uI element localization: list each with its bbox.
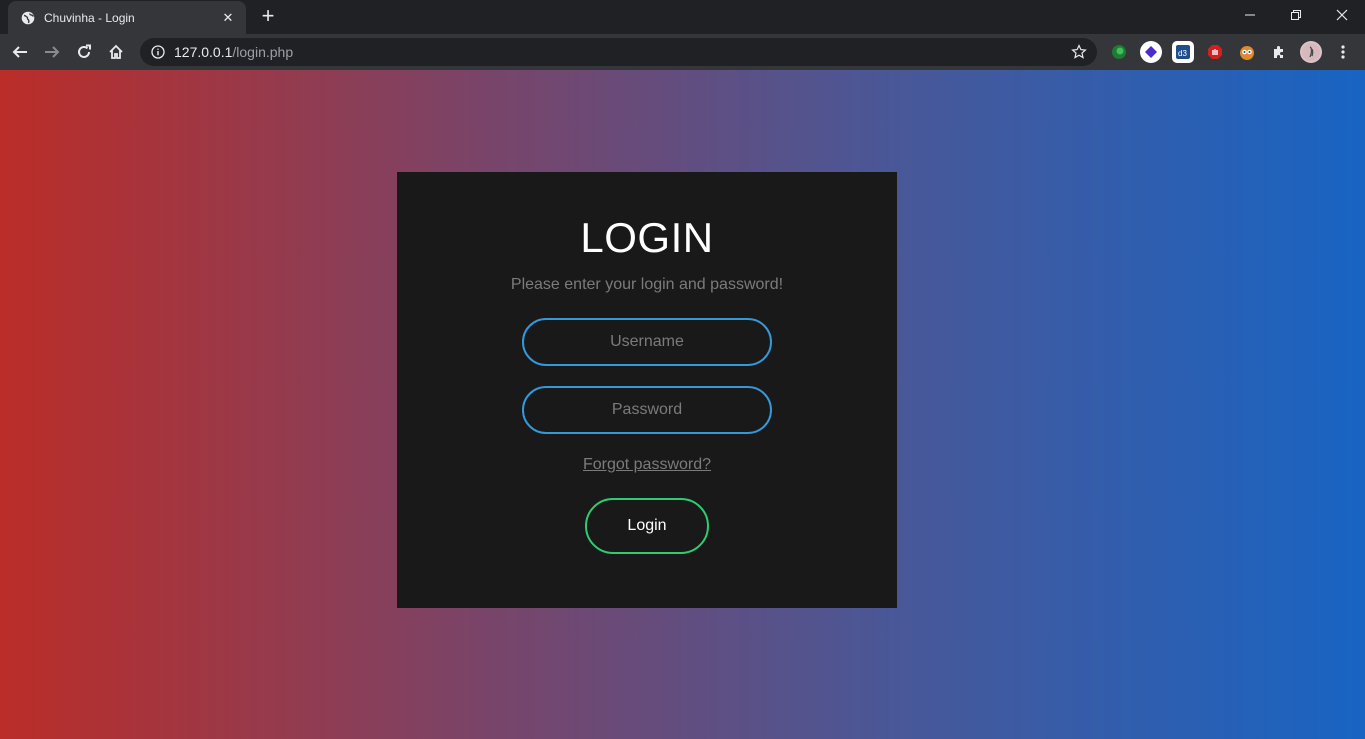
login-button[interactable]: Login bbox=[585, 498, 709, 554]
close-tab-icon[interactable]: ✕ bbox=[220, 10, 236, 26]
extension-owl-icon[interactable] bbox=[1236, 41, 1258, 63]
bookmark-star-icon[interactable] bbox=[1071, 44, 1087, 60]
extension-purple-icon[interactable] bbox=[1140, 41, 1162, 63]
password-input[interactable] bbox=[522, 386, 772, 434]
forgot-password-link[interactable]: Forgot password? bbox=[583, 456, 711, 474]
login-card: LOGIN Please enter your login and passwo… bbox=[397, 172, 897, 608]
browser-tab[interactable]: Chuvinha - Login ✕ bbox=[8, 1, 246, 34]
forward-button[interactable] bbox=[38, 38, 66, 66]
extension-d3-icon[interactable]: d3 bbox=[1172, 41, 1194, 63]
extension-green-icon[interactable] bbox=[1108, 41, 1130, 63]
username-input[interactable] bbox=[522, 318, 772, 366]
reload-button[interactable] bbox=[70, 38, 98, 66]
page-viewport: LOGIN Please enter your login and passwo… bbox=[0, 70, 1365, 739]
url-path: /login.php bbox=[232, 44, 294, 60]
back-button[interactable] bbox=[6, 38, 34, 66]
tab-strip: Chuvinha - Login ✕ + bbox=[0, 0, 1365, 34]
close-window-button[interactable] bbox=[1319, 0, 1365, 30]
login-title: LOGIN bbox=[580, 214, 714, 261]
globe-icon bbox=[20, 10, 36, 26]
tab-title: Chuvinha - Login bbox=[44, 10, 135, 25]
login-subtitle: Please enter your login and password! bbox=[510, 276, 784, 293]
info-icon[interactable] bbox=[150, 44, 166, 60]
extensions-puzzle-icon[interactable] bbox=[1268, 41, 1290, 63]
extension-hand-stop-icon[interactable] bbox=[1204, 41, 1226, 63]
home-button[interactable] bbox=[102, 38, 130, 66]
url-host: 127.0.0.1 bbox=[174, 44, 233, 60]
svg-text:d3: d3 bbox=[1178, 49, 1187, 58]
profile-avatar[interactable] bbox=[1300, 41, 1322, 63]
menu-kebab-icon[interactable] bbox=[1332, 41, 1354, 63]
address-bar[interactable]: 127.0.0.1/login.php bbox=[140, 38, 1097, 66]
minimize-button[interactable] bbox=[1227, 0, 1273, 30]
restore-button[interactable] bbox=[1273, 0, 1319, 30]
browser-toolbar: 127.0.0.1/login.php d3 bbox=[0, 34, 1365, 70]
new-tab-button[interactable]: + bbox=[256, 5, 280, 29]
